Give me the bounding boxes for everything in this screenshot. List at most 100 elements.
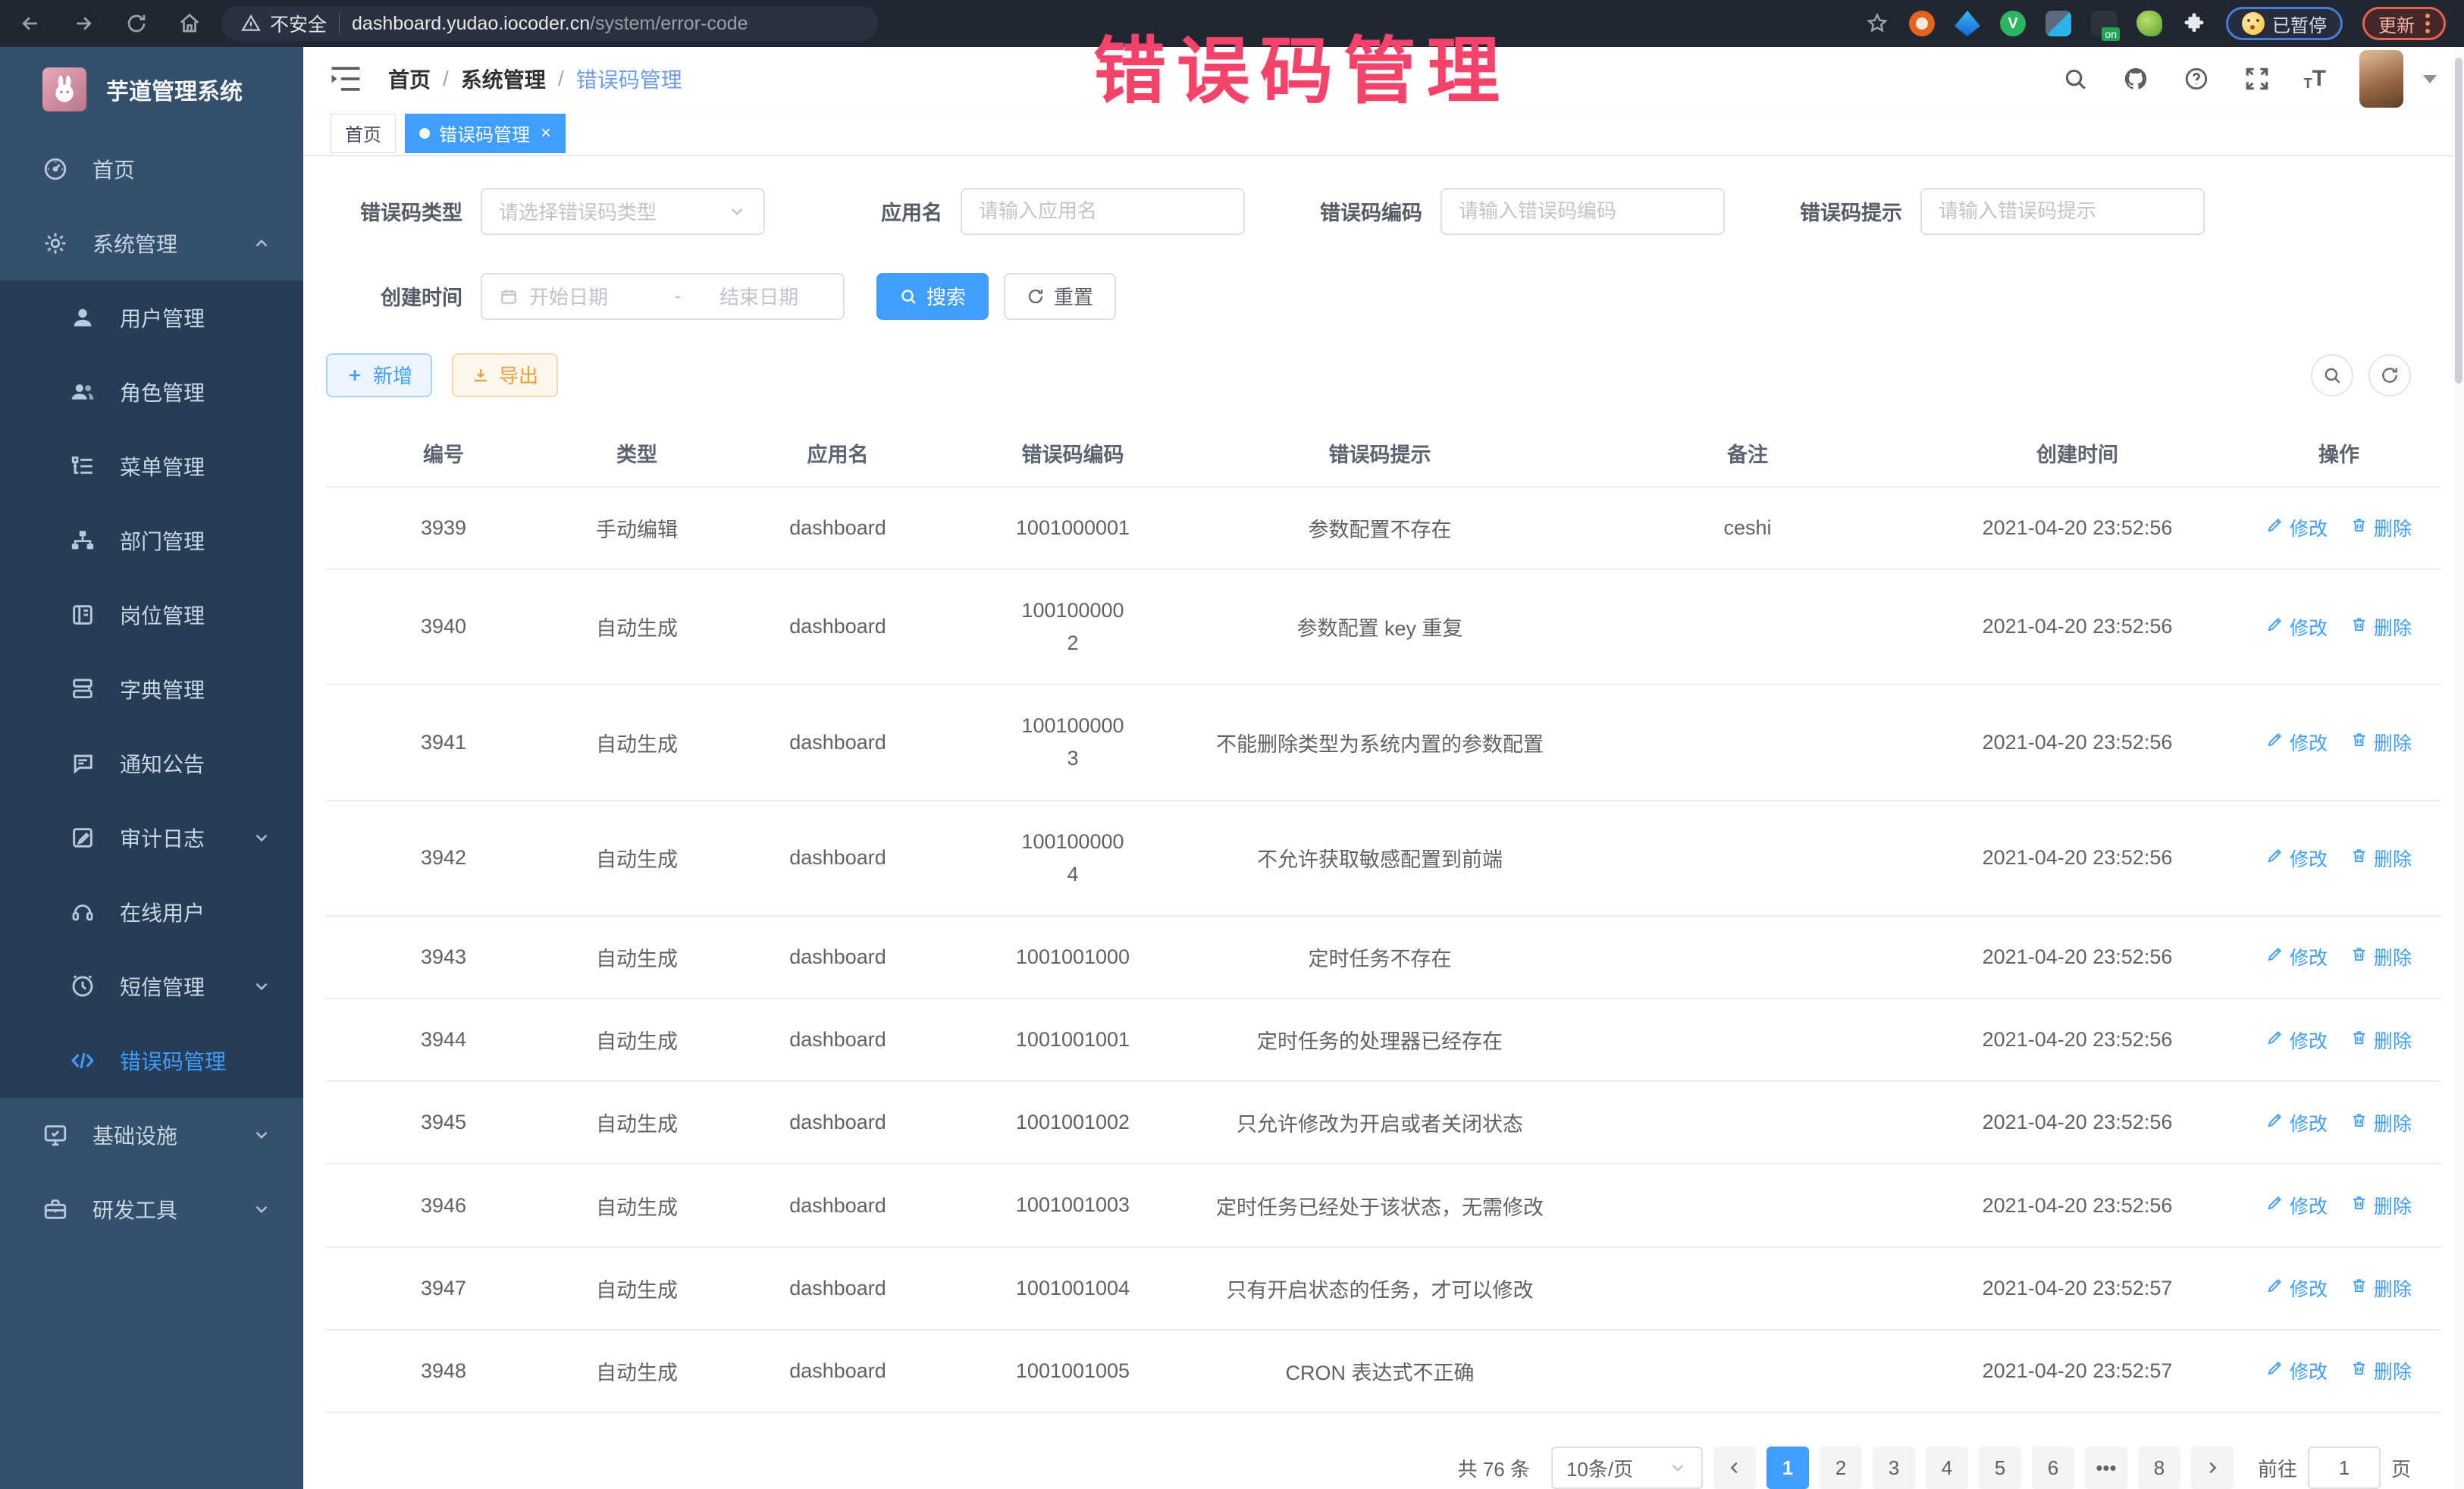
- edit-row-button[interactable]: 修改: [2266, 1192, 2328, 1219]
- delete-row-button[interactable]: 删除: [2350, 1274, 2412, 1302]
- sidebar-item-在线用户[interactable]: 在线用户: [0, 875, 303, 949]
- delete-row-button[interactable]: 删除: [2350, 613, 2412, 641]
- edit-row-button[interactable]: 修改: [2266, 1109, 2328, 1136]
- extensions-puzzle-icon[interactable]: [2182, 11, 2206, 36]
- sidebar-item-研发工具[interactable]: 研发工具: [0, 1172, 303, 1246]
- extension-grid-icon[interactable]: [2045, 11, 2071, 36]
- sidebar-item-通知公告[interactable]: 通知公告: [0, 726, 303, 801]
- edit-row-button[interactable]: 修改: [2266, 943, 2328, 970]
- scrollbar-thumb[interactable]: [2455, 58, 2462, 384]
- delete-row-button[interactable]: 删除: [2350, 1357, 2412, 1384]
- page-size-select[interactable]: 10条/页: [1551, 1447, 1703, 1489]
- page-button-8[interactable]: 8: [2138, 1447, 2180, 1489]
- breadcrumb-item[interactable]: 首页: [388, 64, 431, 94]
- edit-row-button[interactable]: 修改: [2266, 514, 2328, 541]
- edit-row-button[interactable]: 修改: [2266, 1357, 2328, 1384]
- delete-row-button[interactable]: 删除: [2350, 514, 2412, 541]
- pagination-ellipsis[interactable]: •••: [2085, 1447, 2127, 1489]
- reload-icon[interactable]: [124, 11, 149, 36]
- extension-green-key-icon[interactable]: [2136, 11, 2162, 36]
- home-icon[interactable]: [177, 11, 202, 36]
- edit-row-button[interactable]: 修改: [2266, 1274, 2328, 1302]
- user-avatar[interactable]: [2359, 50, 2403, 108]
- page-button-3[interactable]: 3: [1873, 1447, 1915, 1489]
- sidebar-item-短信管理[interactable]: 短信管理: [0, 949, 303, 1023]
- extension-green-check-icon[interactable]: V: [2000, 11, 2026, 36]
- tag-close-icon[interactable]: ×: [541, 124, 551, 143]
- sidebar-item-岗位管理[interactable]: 岗位管理: [0, 578, 303, 652]
- search-button[interactable]: 搜索: [876, 273, 989, 320]
- edit-label: 修改: [2290, 1274, 2328, 1302]
- delete-row-button[interactable]: 删除: [2350, 1027, 2412, 1054]
- github-icon[interactable]: [2122, 65, 2149, 92]
- header-search-icon[interactable]: [2061, 65, 2089, 92]
- org-tree-icon: [70, 528, 96, 553]
- edit-row-button[interactable]: 修改: [2266, 845, 2328, 872]
- error-msg-input[interactable]: [1939, 199, 2187, 223]
- cell-code: 1001001001: [963, 998, 1183, 1081]
- extension-blue-drop-icon[interactable]: [1955, 11, 1980, 36]
- sidebar-item-基础设施[interactable]: 基础设施: [0, 1098, 303, 1172]
- delete-label: 删除: [2374, 1027, 2412, 1054]
- sidebar-item-角色管理[interactable]: 角色管理: [0, 355, 303, 429]
- delete-row-button[interactable]: 删除: [2350, 729, 2412, 756]
- page-button-6[interactable]: 6: [2032, 1447, 2074, 1489]
- chevron-down-icon: [252, 1199, 271, 1219]
- sidebar-item-系统管理[interactable]: 系统管理: [0, 206, 303, 281]
- breadcrumb-item[interactable]: 系统管理: [461, 64, 546, 94]
- font-size-icon[interactable]: TT: [2304, 67, 2326, 90]
- page-scrollbar[interactable]: [2453, 47, 2464, 1489]
- sidebar-item-首页[interactable]: 首页: [0, 132, 303, 206]
- create-time-range-picker[interactable]: 开始日期 - 结束日期: [481, 273, 845, 320]
- fullscreen-icon[interactable]: [2243, 65, 2271, 92]
- profile-paused-badge[interactable]: 已暂停: [2226, 7, 2343, 40]
- show-search-toggle-button[interactable]: [2311, 354, 2353, 397]
- edit-label: 修改: [2290, 613, 2328, 641]
- extension-orange-icon[interactable]: [1909, 11, 1935, 36]
- help-icon[interactable]: [2183, 65, 2210, 92]
- app-name-input[interactable]: [979, 199, 1227, 223]
- error-code-input[interactable]: [1459, 199, 1707, 223]
- sidebar-item-用户管理[interactable]: 用户管理: [0, 281, 303, 355]
- delete-row-button[interactable]: 删除: [2350, 845, 2412, 872]
- refresh-table-button[interactable]: [2368, 354, 2411, 397]
- export-button[interactable]: 导出: [452, 353, 558, 397]
- sidebar-item-label: 首页: [92, 154, 135, 184]
- sidebar-item-部门管理[interactable]: 部门管理: [0, 503, 303, 578]
- goto-page-input[interactable]: [2308, 1447, 2381, 1489]
- sidebar-item-错误码管理[interactable]: 错误码管理: [0, 1023, 303, 1098]
- delete-row-button[interactable]: 删除: [2350, 943, 2412, 970]
- delete-icon: [2350, 731, 2368, 754]
- sidebar-item-字典管理[interactable]: 字典管理: [0, 652, 303, 726]
- delete-row-button[interactable]: 删除: [2350, 1192, 2412, 1219]
- address-bar[interactable]: 不安全 dashboard.yudao.iocoder.cn /system/e…: [221, 6, 878, 41]
- edit-row-button[interactable]: 修改: [2266, 729, 2328, 756]
- page-button-4[interactable]: 4: [1926, 1447, 1968, 1489]
- sidebar-item-审计日志[interactable]: 审计日志: [0, 801, 303, 875]
- back-icon[interactable]: [18, 11, 42, 36]
- edit-row-button[interactable]: 修改: [2266, 1027, 2328, 1054]
- cell-id: 3943: [326, 916, 561, 998]
- add-button[interactable]: 新增: [326, 353, 432, 397]
- page-button-5[interactable]: 5: [1979, 1447, 2021, 1489]
- cell-actions: 修改删除: [2237, 685, 2441, 800]
- forward-icon[interactable]: [71, 11, 96, 36]
- avatar-caret-down-icon[interactable]: [2423, 75, 2437, 83]
- app-logo-row[interactable]: 芋道管理系统: [0, 47, 303, 132]
- bookmark-star-icon[interactable]: [1865, 11, 1889, 36]
- sidebar-item-菜单管理[interactable]: 菜单管理: [0, 429, 303, 503]
- edit-row-button[interactable]: 修改: [2266, 613, 2328, 641]
- prev-page-button[interactable]: [1713, 1447, 1756, 1489]
- next-page-button[interactable]: [2191, 1447, 2234, 1489]
- page-button-1[interactable]: 1: [1766, 1447, 1809, 1489]
- reset-button[interactable]: 重置: [1004, 273, 1116, 320]
- extension-on-badge-icon[interactable]: on: [2091, 11, 2117, 36]
- browser-update-button[interactable]: 更新: [2362, 7, 2446, 40]
- hamburger-icon[interactable]: [331, 66, 361, 92]
- delete-row-button[interactable]: 删除: [2350, 1109, 2412, 1136]
- cell-type: 自动生成: [561, 685, 713, 800]
- tag-首页[interactable]: 首页: [331, 114, 396, 153]
- error-type-select[interactable]: 请选择错误码类型: [481, 188, 765, 235]
- page-button-2[interactable]: 2: [1820, 1447, 1862, 1489]
- tag-错误码管理[interactable]: 错误码管理×: [405, 114, 566, 153]
